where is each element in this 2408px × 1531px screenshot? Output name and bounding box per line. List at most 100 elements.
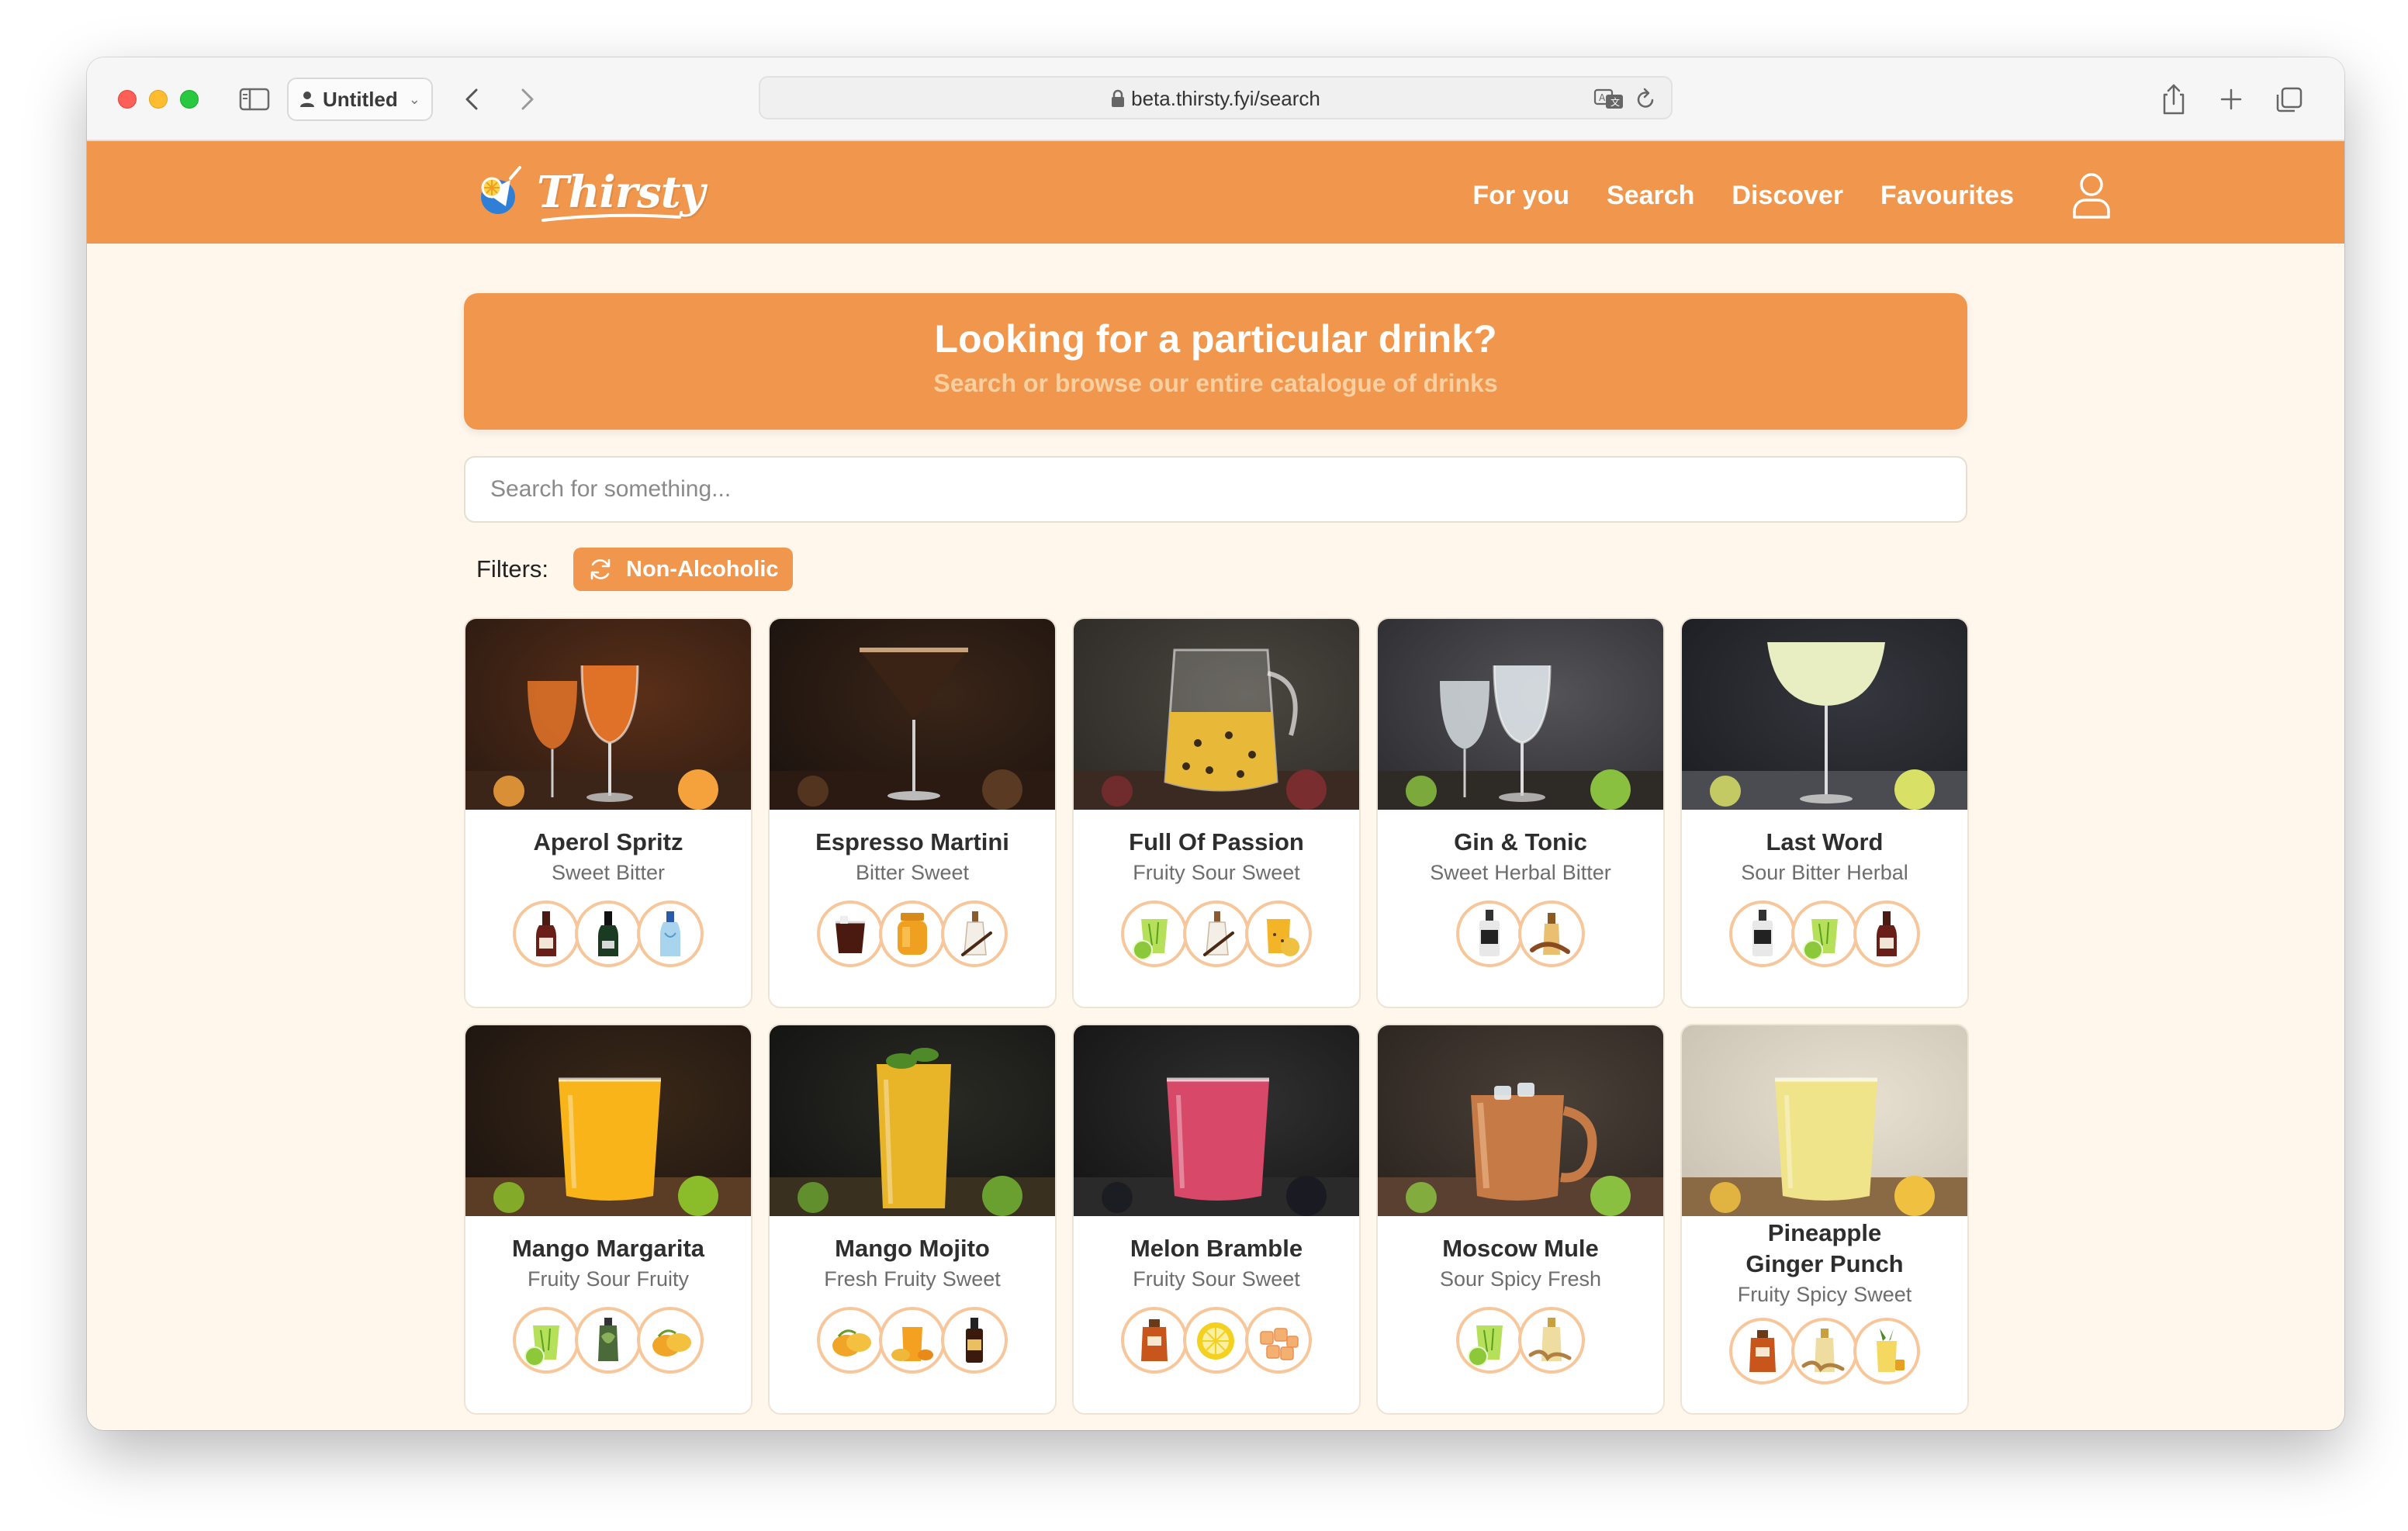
forward-arrow-icon[interactable] — [515, 84, 540, 115]
search-input[interactable] — [465, 458, 1966, 521]
melon-cubes-icon[interactable] — [1245, 1307, 1312, 1374]
drink-card[interactable]: Aperol Spritz Sweet Bitter — [464, 617, 752, 1008]
ingredient-list — [1682, 1318, 1967, 1384]
lemon-icon[interactable] — [1183, 1307, 1250, 1374]
flavour-tag: Bitter — [1562, 861, 1611, 884]
drink-photo — [465, 619, 751, 810]
ingredient-list — [1074, 1307, 1359, 1374]
drink-card[interactable]: Pineapple Ginger Punch Fruity Spicy Sweet — [1680, 1024, 1969, 1415]
ingredient-list — [465, 1307, 751, 1374]
tab-overview-icon[interactable] — [2273, 82, 2304, 116]
svg-text:文: 文 — [1611, 96, 1620, 108]
drink-photo — [1074, 1025, 1359, 1216]
drink-name: Full Of Passion — [1129, 828, 1304, 855]
flavour-tag: Fresh — [824, 1267, 878, 1291]
ginger-beer-icon[interactable] — [1518, 1307, 1585, 1374]
back-arrow-icon[interactable] — [459, 84, 484, 115]
mango-icon[interactable] — [817, 1307, 884, 1374]
bitters-bottle-icon[interactable] — [1518, 900, 1585, 967]
address-bar[interactable]: beta.thirsty.fyi/search A 文 — [759, 76, 1673, 119]
ingredient-list — [1378, 900, 1663, 967]
drink-photo — [1682, 619, 1967, 810]
red-wine-bottle-icon[interactable] — [513, 900, 580, 967]
lime-juice-icon[interactable] — [1121, 900, 1188, 967]
flavour-tag: Bitter — [855, 861, 905, 884]
drink-photo — [770, 619, 1055, 810]
flavour-tags: Fruity Sour Sweet — [1074, 861, 1359, 885]
drink-card[interactable]: Moscow Mule Sour Spicy Fresh — [1376, 1024, 1665, 1415]
user-account-icon[interactable] — [2071, 171, 2112, 220]
mango-icon[interactable] — [637, 1307, 704, 1374]
drink-name: Mango Margarita — [511, 1235, 705, 1262]
soda-water-bottle-icon[interactable] — [637, 900, 704, 967]
pineapple-juice-icon[interactable] — [1853, 1318, 1920, 1384]
nav-for-you[interactable]: For you — [1472, 181, 1569, 211]
flavour-tag: Sweet — [551, 861, 610, 884]
zoom-window-button[interactable] — [180, 90, 199, 109]
flavour-tags: Fruity Spicy Sweet — [1682, 1283, 1967, 1307]
drink-card[interactable]: Gin & Tonic Sweet Herbal Bitter — [1376, 617, 1665, 1008]
rum-bottle-icon[interactable] — [941, 1307, 1008, 1374]
lime-juice-icon[interactable] — [1791, 900, 1858, 967]
drink-card[interactable]: Last Word Sour Bitter Herbal — [1680, 617, 1969, 1008]
drink-photo — [1074, 619, 1359, 810]
filter-chip-label: Non-Alcoholic — [626, 556, 779, 582]
cocktail-logo-icon — [481, 166, 521, 214]
flavour-tag: Sour — [1191, 1267, 1236, 1291]
reload-icon[interactable] — [1634, 87, 1657, 112]
green-wine-bottle-icon[interactable] — [575, 900, 642, 967]
drink-name: Espresso Martini — [815, 828, 1009, 855]
nav-discover[interactable]: Discover — [1732, 181, 1843, 211]
share-icon[interactable] — [2158, 82, 2189, 116]
vanilla-bottle-icon[interactable] — [1183, 900, 1250, 967]
thirsty-logo[interactable]: Thirsty — [475, 160, 705, 225]
flavour-tag: Herbal — [1494, 861, 1556, 884]
red-wine-bottle-icon[interactable] — [1853, 900, 1920, 967]
flavour-tag: Sweet — [1853, 1283, 1912, 1306]
profile-selector[interactable]: Untitled ⌄ — [287, 78, 433, 121]
minimize-window-button[interactable] — [149, 90, 168, 109]
lime-juice-icon[interactable] — [513, 1307, 580, 1374]
flavour-tag: Bitter — [616, 861, 666, 884]
syrup-jar-icon[interactable] — [1729, 1318, 1796, 1384]
artichoke-liqueur-icon[interactable] — [575, 1307, 642, 1374]
drink-card[interactable]: Espresso Martini Bitter Sweet — [768, 617, 1057, 1008]
drink-card[interactable]: Melon Bramble Fruity Sour Sweet — [1072, 1024, 1361, 1415]
svg-text:A: A — [1599, 92, 1606, 103]
drink-card[interactable]: Mango Margarita Fruity Sour Fruity — [464, 1024, 752, 1415]
flavour-tag: Spicy — [1796, 1283, 1848, 1306]
drink-name: Last Word — [1766, 828, 1884, 855]
flavour-tag: Spicy — [1489, 1267, 1542, 1291]
profile-name: Untitled — [323, 87, 398, 111]
search-box — [464, 456, 1967, 523]
nav-favourites[interactable]: Favourites — [1880, 181, 2014, 211]
flavour-tag: Sweet — [1430, 861, 1489, 884]
drink-name: Pineapple Ginger Punch — [1745, 1219, 1904, 1277]
ginger-beer-icon[interactable] — [1791, 1318, 1858, 1384]
drink-card[interactable]: Mango Mojito Fresh Fruity Sweet — [768, 1024, 1057, 1415]
filters-label: Filters: — [476, 555, 548, 582]
site-header: Thirsty For you Search Discover Favourit… — [87, 141, 2344, 244]
lock-icon — [1112, 89, 1125, 107]
drink-card[interactable]: Full Of Passion Fruity Sour Sweet — [1072, 617, 1361, 1008]
ingredient-list — [1682, 900, 1967, 967]
flavour-tag: Fruity — [636, 1267, 690, 1291]
honey-jar-icon[interactable] — [879, 900, 946, 967]
coffee-liqueur-glass-icon[interactable] — [817, 900, 884, 967]
filter-chip-non-alcoholic[interactable]: Non-Alcoholic — [573, 548, 793, 591]
close-window-button[interactable] — [118, 90, 137, 109]
vanilla-bottle-icon[interactable] — [941, 900, 1008, 967]
ingredient-list — [1378, 1307, 1663, 1374]
nav-search[interactable]: Search — [1607, 181, 1694, 211]
mango-juice-icon[interactable] — [879, 1307, 946, 1374]
passionfruit-juice-icon[interactable] — [1245, 900, 1312, 967]
new-tab-icon[interactable] — [2216, 82, 2247, 116]
gin-bottle-icon[interactable] — [1729, 900, 1796, 967]
gin-bottle-icon[interactable] — [1456, 900, 1523, 967]
syrup-jar-icon[interactable] — [1121, 1307, 1188, 1374]
lime-juice-icon[interactable] — [1456, 1307, 1523, 1374]
refresh-icon — [590, 558, 611, 580]
drink-name: Moscow Mule — [1442, 1235, 1599, 1262]
sidebar-toggle-icon[interactable] — [239, 87, 270, 112]
translate-icon[interactable]: A 文 — [1593, 87, 1624, 112]
